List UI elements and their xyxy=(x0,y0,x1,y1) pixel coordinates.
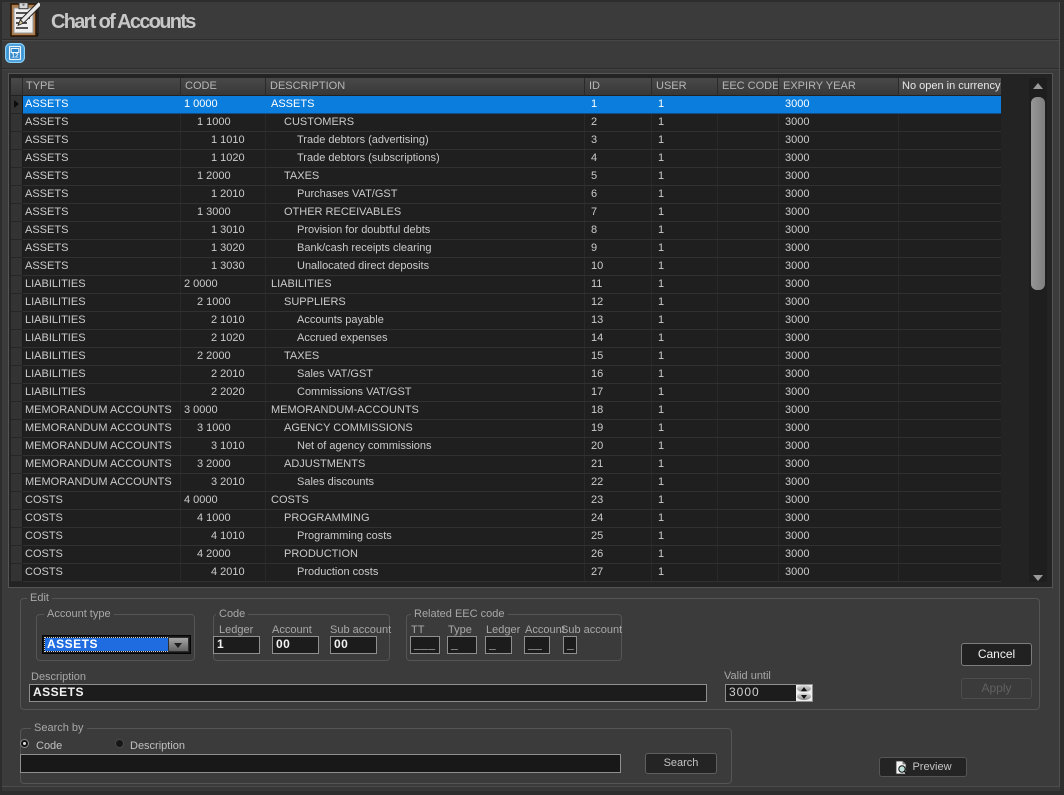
svg-text:12: 12 xyxy=(11,53,19,60)
